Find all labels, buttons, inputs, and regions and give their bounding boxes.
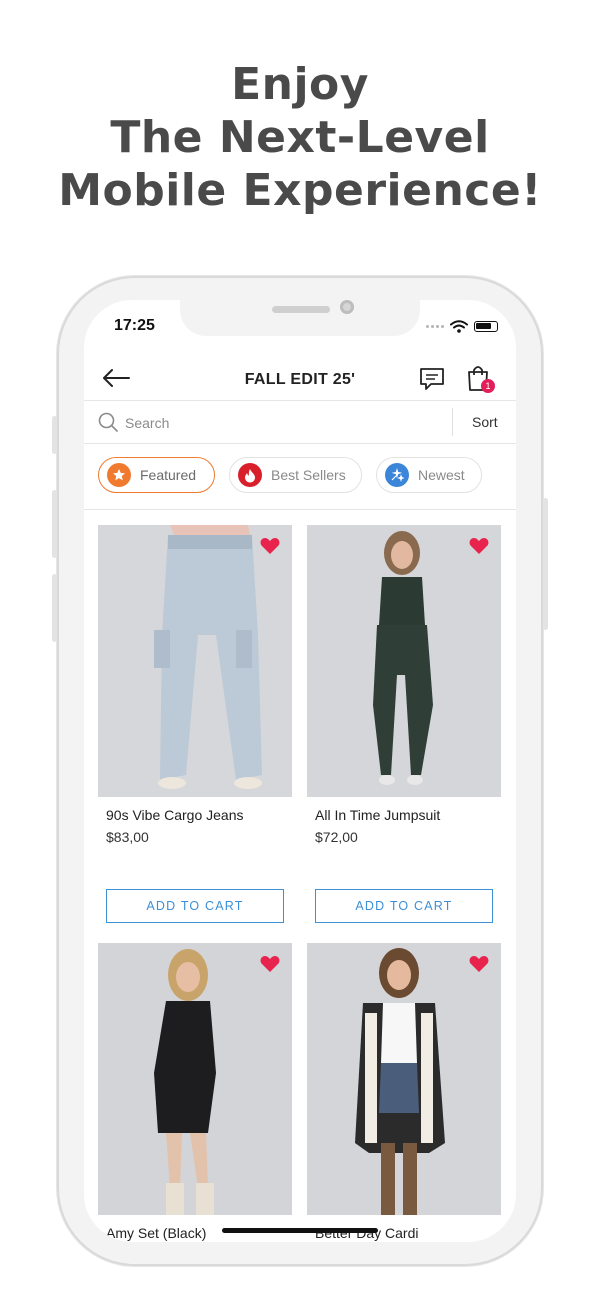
product-image[interactable] [98, 943, 292, 1215]
flame-icon [238, 463, 262, 487]
speaker [272, 306, 330, 313]
filter-chip-featured[interactable]: Featured [98, 457, 215, 493]
promo-headline: Enjoy The Next-Level Mobile Experience! [0, 58, 600, 217]
phone-power-button [543, 498, 548, 630]
product-price: $72,00 [315, 829, 358, 845]
product-card[interactable]: Amy Set (Black) [98, 943, 292, 1242]
search-input[interactable] [123, 411, 447, 435]
phone-volume-down [52, 574, 57, 642]
sort-button[interactable]: Sort [472, 414, 498, 430]
product-image[interactable] [307, 525, 501, 797]
filter-chip-label: Featured [140, 467, 197, 483]
signal-icon [426, 325, 444, 328]
product-image[interactable] [307, 943, 501, 1215]
heart-icon[interactable] [260, 537, 280, 555]
home-indicator[interactable] [222, 1228, 378, 1233]
filter-chips: Featured Best Sellers Newest [84, 444, 516, 510]
phone-mute-switch [52, 416, 57, 454]
phone-volume-up [52, 490, 57, 558]
app-header: FALL EDIT 25' 1 [84, 362, 516, 400]
heart-icon[interactable] [469, 955, 489, 973]
heart-icon[interactable] [469, 537, 489, 555]
status-time: 17:25 [114, 317, 155, 334]
product-image[interactable] [98, 525, 292, 797]
star-icon [107, 463, 131, 487]
product-name[interactable]: 90s Vibe Cargo Jeans [106, 807, 244, 823]
front-camera [340, 300, 354, 314]
product-price: $83,00 [106, 829, 149, 845]
filter-chip-best-sellers[interactable]: Best Sellers [229, 457, 362, 493]
chat-icon[interactable] [419, 366, 445, 392]
page-title: FALL EDIT 25' [244, 371, 356, 388]
product-name[interactable]: Amy Set (Black) [106, 1225, 206, 1241]
headline-line-3: Mobile Experience! [58, 165, 542, 216]
add-to-cart-button[interactable]: ADD TO CART [106, 889, 284, 923]
cart-count-badge: 1 [481, 379, 495, 393]
search-bar: Sort [84, 400, 516, 444]
battery-icon [474, 321, 498, 332]
headline-line-2: The Next-Level [110, 112, 490, 163]
product-card[interactable]: All In Time Jumpsuit $72,00 ADD TO CART [307, 525, 501, 935]
sort-divider [452, 408, 453, 436]
wifi-icon [450, 320, 468, 333]
phone-screen: 17:25 FALL EDIT 25' 1 Sort [84, 300, 516, 1242]
filter-chip-newest[interactable]: Newest [376, 457, 482, 493]
add-to-cart-button[interactable]: ADD TO CART [315, 889, 493, 923]
search-icon [98, 412, 118, 432]
product-card[interactable]: Better Day Cardi [307, 943, 501, 1242]
status-icons [426, 320, 498, 333]
product-name[interactable]: All In Time Jumpsuit [315, 807, 440, 823]
filter-chip-label: Newest [418, 467, 465, 483]
heart-icon[interactable] [260, 955, 280, 973]
product-card[interactable]: 90s Vibe Cargo Jeans $83,00 ADD TO CART [98, 525, 292, 935]
headline-line-1: Enjoy [231, 59, 369, 110]
filter-chip-label: Best Sellers [271, 467, 346, 483]
notch [180, 300, 420, 336]
sparkle-icon [385, 463, 409, 487]
